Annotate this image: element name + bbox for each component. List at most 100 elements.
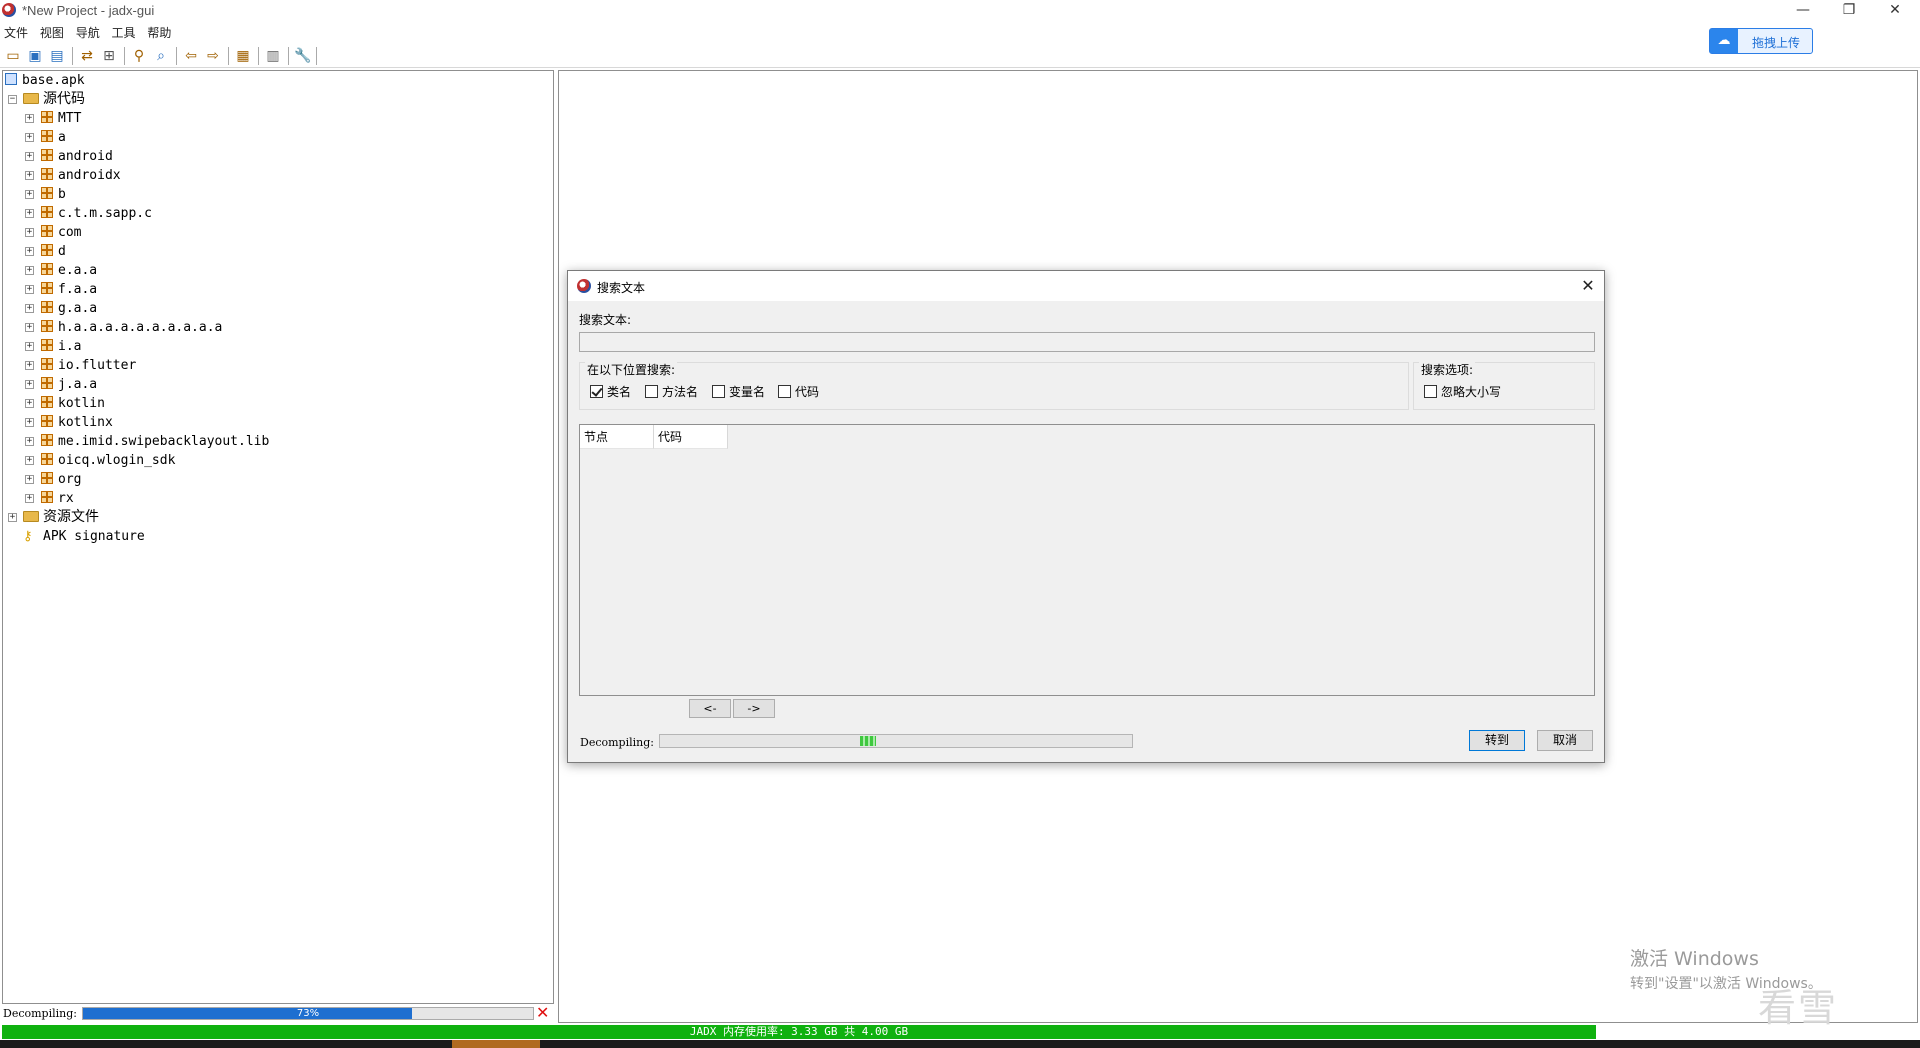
tree-package-node[interactable]: + e.a.a xyxy=(23,261,97,280)
expand-icon[interactable]: + xyxy=(25,114,34,123)
collapse-icon[interactable]: − xyxy=(8,95,17,104)
expand-icon[interactable]: + xyxy=(25,285,34,294)
tree-package-node[interactable]: + j.a.a xyxy=(23,375,97,394)
tree-package-node[interactable]: + f.a.a xyxy=(23,280,97,299)
tree-source-folder[interactable]: − 源代码 xyxy=(5,90,85,109)
package-icon xyxy=(41,396,53,408)
expand-icon[interactable]: + xyxy=(25,342,34,351)
taskbar-active-app[interactable] xyxy=(452,1040,540,1048)
expand-icon[interactable]: + xyxy=(25,171,34,180)
tree-package-node[interactable]: + d xyxy=(23,242,66,261)
expand-icon[interactable]: + xyxy=(25,228,34,237)
column-header-node[interactable]: 节点 xyxy=(580,425,654,449)
preferences-icon[interactable]: 🔧 xyxy=(294,47,312,65)
cancel-button[interactable]: 取消 xyxy=(1537,730,1593,751)
menu-file[interactable]: 文件 xyxy=(0,22,32,43)
tree-package-node[interactable]: + MTT xyxy=(23,109,81,128)
maximize-button[interactable]: ❐ xyxy=(1826,0,1872,22)
folder-icon xyxy=(23,511,39,522)
tree-package-node[interactable]: + org xyxy=(23,470,81,489)
project-tree[interactable]: base.apk − 源代码 + MTT + a + android + androidx + b… xyxy=(2,70,554,1004)
package-icon xyxy=(41,320,53,332)
tree-package-node[interactable]: + androidx xyxy=(23,166,121,185)
deobfuscation-icon[interactable]: ▦ xyxy=(234,47,252,65)
package-icon xyxy=(41,263,53,275)
tree-package-node[interactable]: + kotlin xyxy=(23,394,105,413)
tree-package-node[interactable]: + io.flutter xyxy=(23,356,136,375)
ignore-case-checkbox[interactable]: 忽略大小写 xyxy=(1424,384,1501,400)
expand-icon[interactable]: + xyxy=(8,513,17,522)
search-text-input[interactable] xyxy=(579,332,1595,352)
package-icon xyxy=(41,453,53,465)
search-text-icon[interactable]: ⚲ xyxy=(130,47,148,65)
expand-icon[interactable]: + xyxy=(25,190,34,199)
back-icon[interactable]: ⇦ xyxy=(182,47,200,65)
tree-package-node[interactable]: + i.a xyxy=(23,337,81,356)
tree-package-node[interactable]: + com xyxy=(23,223,81,242)
tree-package-node[interactable]: + me.imid.swipebacklayout.lib xyxy=(23,432,269,451)
column-header-code[interactable]: 代码 xyxy=(654,425,728,449)
next-page-button[interactable]: -> xyxy=(733,699,775,718)
tree-root-apk[interactable]: base.apk xyxy=(5,71,85,90)
open-folder-icon[interactable]: ▭ xyxy=(4,47,22,65)
expand-icon[interactable]: + xyxy=(25,247,34,256)
expand-icon[interactable]: + xyxy=(25,456,34,465)
tree-apk-signature[interactable]: ⚷ APK signature xyxy=(23,527,145,546)
tree-package-node[interactable]: + rx xyxy=(23,489,74,508)
expand-icon[interactable]: + xyxy=(25,380,34,389)
save-icon[interactable]: ▣ xyxy=(26,47,44,65)
tree-package-node[interactable]: + g.a.a xyxy=(23,299,97,318)
class-name-checkbox[interactable]: 类名 xyxy=(590,384,631,400)
expand-icon[interactable]: + xyxy=(25,152,34,161)
expand-icon[interactable]: + xyxy=(25,361,34,370)
dialog-close-icon[interactable]: ✕ xyxy=(1576,275,1600,297)
close-window-button[interactable]: ✕ xyxy=(1872,0,1918,22)
expand-icon[interactable]: + xyxy=(25,418,34,427)
variable-name-checkbox[interactable]: 变量名 xyxy=(712,384,765,400)
expand-icon[interactable]: + xyxy=(25,475,34,484)
package-icon xyxy=(41,491,53,503)
tree-resources-folder[interactable]: + 资源文件 xyxy=(5,508,99,527)
menu-navigation[interactable]: 导航 xyxy=(72,22,104,43)
expand-icon[interactable]: + xyxy=(25,209,34,218)
expand-icon[interactable]: + xyxy=(25,266,34,275)
expand-icon[interactable]: + xyxy=(25,399,34,408)
method-name-checkbox[interactable]: 方法名 xyxy=(645,384,698,400)
expand-icon[interactable]: + xyxy=(25,437,34,446)
tree-package-node[interactable]: + a xyxy=(23,128,66,147)
tree-package-node[interactable]: + kotlinx xyxy=(23,413,113,432)
tree-package-node[interactable]: + b xyxy=(23,185,66,204)
package-label: io.flutter xyxy=(58,358,137,373)
flatten-packages-icon[interactable]: ⊞ xyxy=(100,47,118,65)
tree-package-node[interactable]: + h.a.a.a.a.a.a.a.a.a.a xyxy=(23,318,222,337)
previous-page-button[interactable]: <- xyxy=(689,699,731,718)
sync-icon[interactable]: ⇄ xyxy=(78,47,96,65)
expand-icon[interactable]: + xyxy=(25,304,34,313)
expand-icon[interactable]: + xyxy=(25,133,34,142)
decompiling-label: Decompiling: xyxy=(3,1007,77,1020)
log-icon[interactable]: ▥ xyxy=(264,47,282,65)
find-class-icon[interactable]: ⌕ xyxy=(152,47,170,65)
tree-package-node[interactable]: + c.t.m.sapp.c xyxy=(23,204,152,223)
expand-icon[interactable]: + xyxy=(25,494,34,503)
toolbar-separator xyxy=(176,47,177,65)
package-label: android xyxy=(58,149,113,164)
menu-help[interactable]: 帮助 xyxy=(143,22,175,43)
forward-icon[interactable]: ⇨ xyxy=(204,47,222,65)
menu-view[interactable]: 视图 xyxy=(36,22,68,43)
menu-tools[interactable]: 工具 xyxy=(108,22,140,43)
tree-package-node[interactable]: + android xyxy=(23,147,113,166)
search-results-table[interactable]: 节点 代码 xyxy=(579,424,1595,696)
expand-icon[interactable]: + xyxy=(25,323,34,332)
tree-package-node[interactable]: + oicq.wlogin_sdk xyxy=(23,451,175,470)
save-all-icon[interactable]: ▤ xyxy=(48,47,66,65)
dialog-title-bar: 搜索文本 ✕ xyxy=(568,271,1604,301)
goto-button[interactable]: 转到 xyxy=(1469,730,1525,751)
apk-icon xyxy=(5,73,17,85)
toolbar-separator xyxy=(258,47,259,65)
package-label: c.t.m.sapp.c xyxy=(58,206,152,221)
cancel-decompile-icon[interactable]: ✕ xyxy=(536,1005,552,1021)
code-checkbox[interactable]: 代码 xyxy=(778,384,819,400)
package-label: kotlinx xyxy=(58,415,113,430)
minimize-button[interactable]: — xyxy=(1780,0,1826,22)
